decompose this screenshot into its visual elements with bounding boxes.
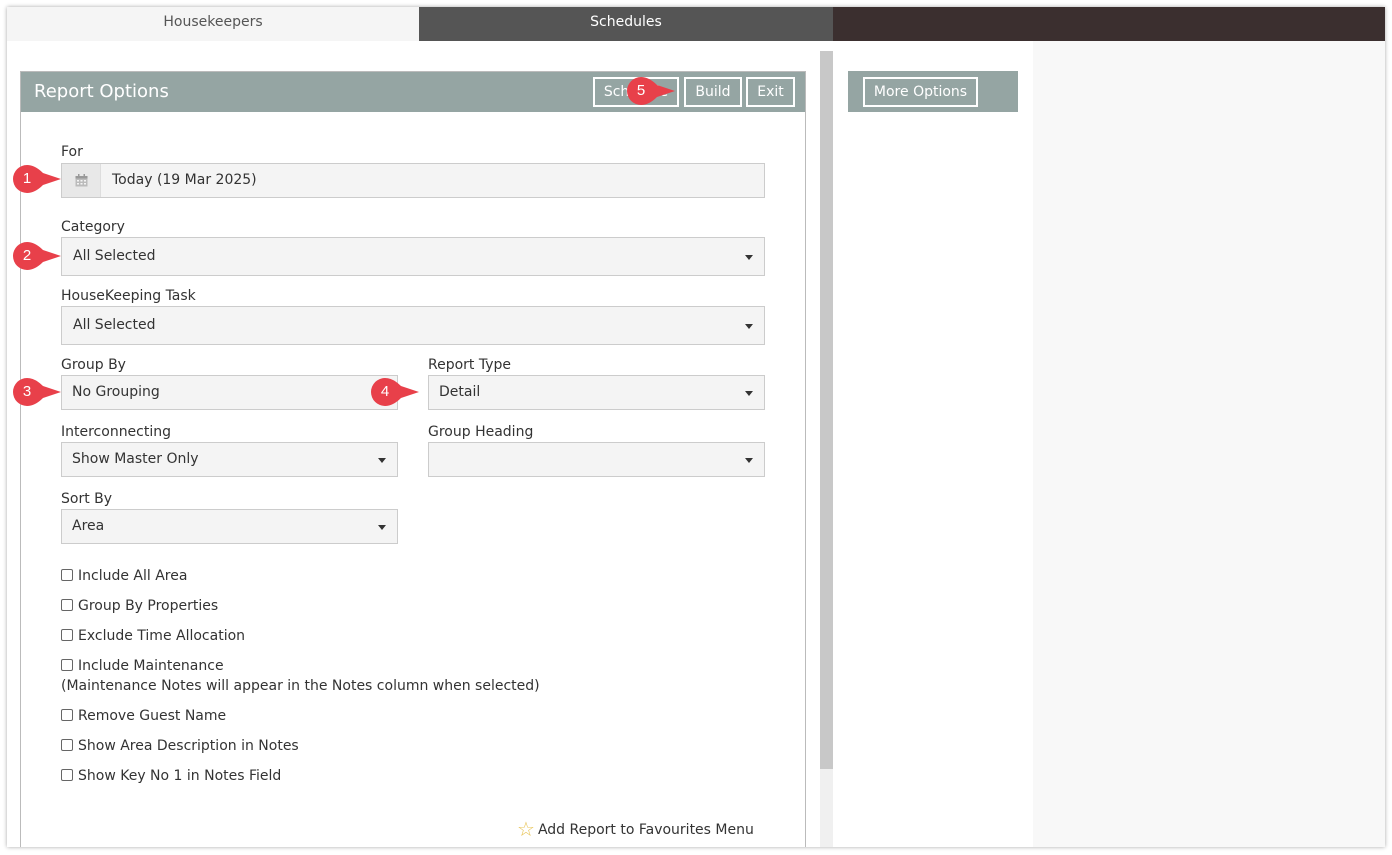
caret-down-icon [378,525,386,530]
callout-number: 4 [380,383,390,400]
favourites-label: Add Report to Favourites Menu [537,822,754,838]
report-options-area: Report Options Schedule Build Exit For [7,41,833,847]
sort-by-value: Area [72,518,105,534]
checkbox-label: Include All Area [78,568,188,584]
callout-number: 2 [22,247,32,264]
panel-title: Report Options [34,81,169,102]
callout-number: 3 [22,383,32,400]
caret-down-icon [745,255,753,260]
calendar-icon [75,174,88,187]
caret-down-icon [378,458,386,463]
calendar-button[interactable] [62,164,101,197]
caret-down-icon [745,458,753,463]
tab-bar: Housekeepers Schedules [7,7,1385,41]
checkbox[interactable] [61,739,73,751]
app-frame: Housekeepers Schedules Report Options Sc… [7,7,1385,847]
callout-marker-4: 4 [369,376,419,408]
more-options-bar: More Options [848,71,1018,112]
checkbox-exclude-time-allocation[interactable]: Exclude Time Allocation [61,628,245,644]
group-by-label: Group By [61,357,126,373]
task-select[interactable]: All Selected [61,306,765,345]
empty-area [1033,41,1385,847]
scrollbar[interactable] [820,51,833,847]
maintenance-note: (Maintenance Notes will appear in the No… [61,678,540,694]
interconnecting-label: Interconnecting [61,424,172,440]
checkbox-include-all-area[interactable]: Include All Area [61,568,187,584]
report-options-panel: Report Options Schedule Build Exit For [20,71,806,847]
callout-marker-1: 1 [11,163,61,195]
scrollbar-thumb[interactable] [820,51,833,769]
interconnecting-value: Show Master Only [72,451,199,467]
for-label: For [61,144,83,160]
more-options-button[interactable]: More Options [863,77,978,107]
exit-button[interactable]: Exit [746,77,795,107]
panel-header: Report Options Schedule Build Exit [21,72,805,112]
checkbox-show-key-no-1[interactable]: Show Key No 1 in Notes Field [61,768,281,784]
category-value: All Selected [73,248,156,264]
checkbox-include-maintenance[interactable]: Include Maintenance [61,658,224,674]
category-label: Category [61,219,125,235]
checkbox[interactable] [61,769,73,781]
checkbox[interactable] [61,659,73,671]
category-select[interactable]: All Selected [61,237,765,276]
checkbox-label: Exclude Time Allocation [78,628,246,644]
group-heading-label: Group Heading [428,424,534,440]
callout-number: 5 [636,82,646,99]
checkbox-remove-guest-name[interactable]: Remove Guest Name [61,708,226,724]
report-type-select[interactable]: Detail [428,375,765,410]
callout-marker-3: 3 [11,376,61,408]
build-button[interactable]: Build [684,77,742,107]
checkbox-show-area-description[interactable]: Show Area Description in Notes [61,738,299,754]
checkbox-label: Show Area Description in Notes [78,738,299,754]
date-field[interactable]: Today (19 Mar 2025) [61,163,765,198]
checkbox-group-by-properties[interactable]: Group By Properties [61,598,218,614]
group-by-select[interactable]: No Grouping [61,375,398,410]
tab-schedules[interactable]: Schedules [419,7,833,41]
interconnecting-select[interactable]: Show Master Only [61,442,398,477]
checkbox-label: Group By Properties [78,598,219,614]
tab-housekeepers[interactable]: Housekeepers [7,7,419,41]
callout-marker-5: 5 [625,75,675,107]
sort-by-select[interactable]: Area [61,509,398,544]
checkbox[interactable] [61,599,73,611]
sort-by-label: Sort By [61,491,113,507]
checkbox[interactable] [61,709,73,721]
add-to-favourites-link[interactable]: ☆ Add Report to Favourites Menu [517,817,754,841]
callout-number: 1 [22,170,32,187]
date-value: Today (19 Mar 2025) [112,172,257,188]
checkbox-label: Include Maintenance [78,658,224,674]
report-type-value: Detail [439,384,481,400]
group-heading-select[interactable] [428,442,765,477]
star-icon: ☆ [517,817,535,841]
checkbox-label: Remove Guest Name [78,708,227,724]
caret-down-icon [745,324,753,329]
checkbox[interactable] [61,569,73,581]
group-by-value: No Grouping [72,384,160,400]
checkbox-label: Show Key No 1 in Notes Field [78,768,282,784]
task-value: All Selected [73,317,156,333]
more-options-area: More Options [833,41,1033,847]
caret-down-icon [745,391,753,396]
report-type-label: Report Type [428,357,512,373]
task-label: HouseKeeping Task [61,288,196,304]
callout-marker-2: 2 [11,240,61,272]
checkbox[interactable] [61,629,73,641]
